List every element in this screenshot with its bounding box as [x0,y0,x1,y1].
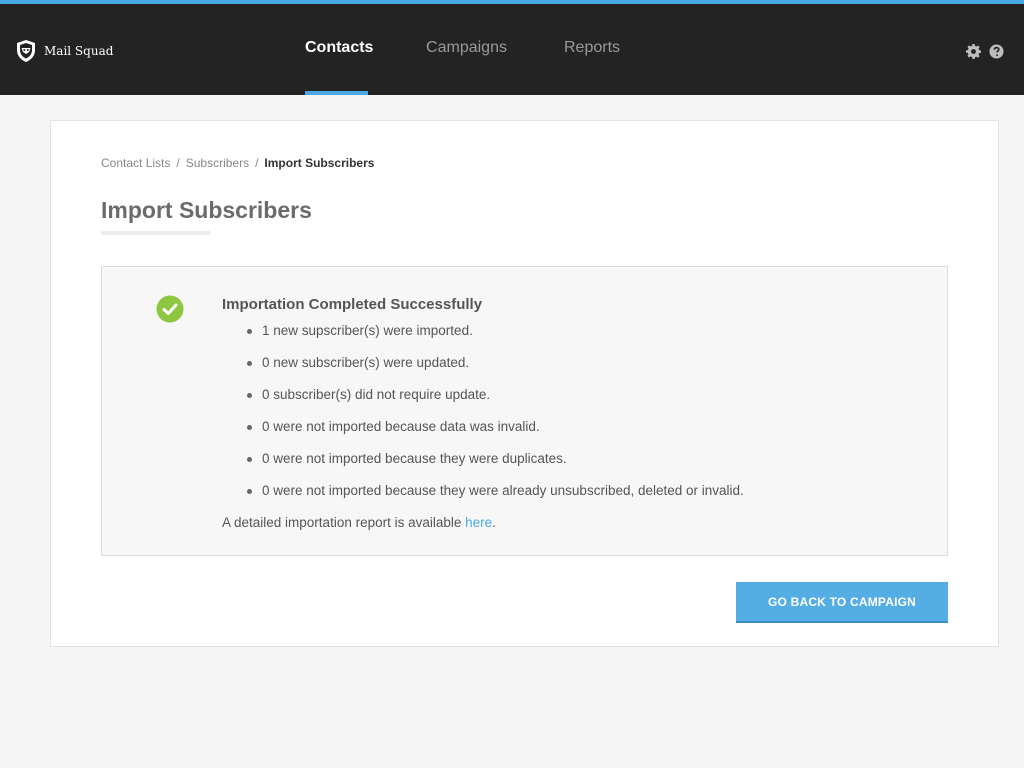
breadcrumb-subscribers[interactable]: Subscribers [186,156,249,170]
result-list: 1 new supscriber(s) were imported. 0 new… [244,323,744,515]
header-icons [966,44,1004,64]
report-line: A detailed importation report is availab… [222,515,496,530]
app-name: Mail Squad [44,44,114,58]
result-item: 0 were not imported because data was inv… [244,419,744,451]
breadcrumb-current: Import Subscribers [264,156,375,170]
breadcrumb-contact-lists[interactable]: Contact Lists [101,156,170,170]
page-title: Import Subscribers [101,197,312,223]
result-item: 1 new supscriber(s) were imported. [244,323,744,355]
go-back-to-campaign-button[interactable]: GO BACK TO CAMPAIGN [736,582,948,623]
nav-tab-campaigns[interactable]: Campaigns [424,4,509,95]
result-item: 0 were not imported because they were al… [244,483,744,515]
title-underline [101,231,210,235]
result-item: 0 were not imported because they were du… [244,451,744,483]
main-card: Contact Lists / Subscribers / Import Sub… [50,120,999,647]
logo[interactable]: Mail Squad [14,39,113,63]
shield-logo-icon [14,39,38,63]
breadcrumb-separator: / [176,156,180,170]
report-suffix: . [492,515,496,530]
import-result-panel: Importation Completed Successfully 1 new… [101,266,948,556]
success-check-icon [156,295,184,328]
nav-tab-contacts[interactable]: Contacts [305,4,373,95]
top-navigation-bar: Mail Squad Contacts Campaigns Reports [0,0,1024,95]
breadcrumb: Contact Lists / Subscribers / Import Sub… [101,156,374,170]
report-link[interactable]: here [465,515,492,530]
report-text: A detailed importation report is availab… [222,515,466,530]
nav-tab-reports[interactable]: Reports [561,4,623,95]
result-item: 0 new subscriber(s) were updated. [244,355,744,387]
result-item: 0 subscriber(s) did not require update. [244,387,744,419]
help-icon[interactable] [989,44,1004,64]
gear-icon[interactable] [966,44,982,64]
result-heading: Importation Completed Successfully [222,296,483,313]
breadcrumb-separator: / [255,156,259,170]
